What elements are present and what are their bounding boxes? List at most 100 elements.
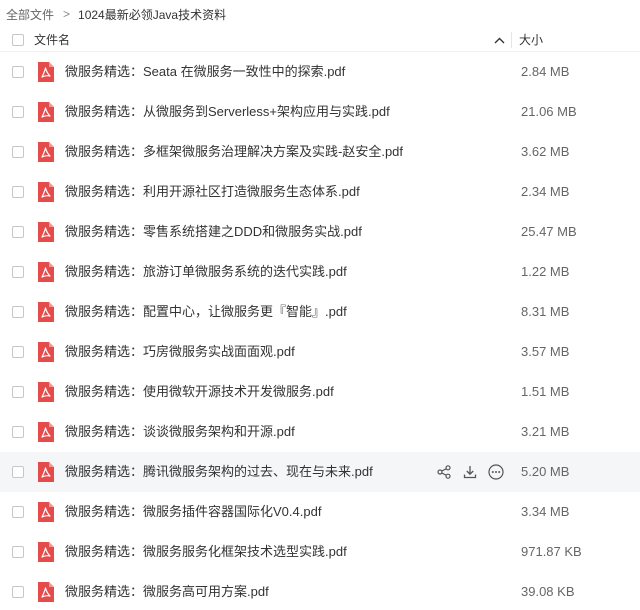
table-header: 文件名 大小 (0, 28, 640, 52)
row-checkbox[interactable] (12, 66, 24, 78)
pdf-file-icon (36, 581, 56, 603)
row-checkbox-cell (0, 106, 34, 118)
row-checkbox-cell (0, 506, 34, 518)
pdf-file-icon (36, 261, 56, 283)
row-checkbox-cell (0, 346, 34, 358)
chevron-up-icon[interactable] (492, 33, 506, 47)
file-size: 971.87 KB (521, 544, 582, 559)
file-name[interactable]: 微服务精选：微服务高可用方案.pdf (65, 572, 269, 610)
file-size: 3.34 MB (521, 504, 570, 519)
table-row[interactable]: 微服务精选：Seata 在微服务一致性中的探索.pdf 2.84 MB (0, 52, 640, 92)
table-row[interactable]: 微服务精选：配置中心，让微服务更『智能』.pdf 8.31 MB (0, 292, 640, 332)
pdf-file-icon (36, 61, 56, 83)
row-checkbox[interactable] (12, 466, 24, 478)
breadcrumb-separator: > (63, 7, 71, 21)
breadcrumb: 全部文件 > 1024最新必领Java技术资料 (0, 0, 640, 28)
row-checkbox-cell (0, 226, 34, 238)
table-row[interactable]: 微服务精选：微服务插件容器国际化V0.4.pdf 3.34 MB (0, 492, 640, 532)
file-name[interactable]: 微服务精选：旅游订单微服务系统的迭代实践.pdf (65, 252, 347, 292)
breadcrumb-root[interactable]: 全部文件 (6, 6, 54, 23)
file-name[interactable]: 微服务精选：微服务服务化框架技术选型实践.pdf (65, 532, 347, 572)
column-header-size[interactable]: 大小 (519, 28, 543, 52)
file-name[interactable]: 微服务精选：腾讯微服务架构的过去、现在与未来.pdf (65, 452, 373, 492)
more-icon[interactable] (487, 463, 505, 481)
row-checkbox-cell (0, 586, 34, 598)
table-row[interactable]: 微服务精选：从微服务到Serverless+架构应用与实践.pdf 21.06 M… (0, 92, 640, 132)
share-icon[interactable] (435, 463, 453, 481)
pdf-file-icon (36, 541, 56, 563)
file-name[interactable]: 微服务精选：配置中心，让微服务更『智能』.pdf (65, 292, 347, 332)
row-checkbox[interactable] (12, 146, 24, 158)
row-checkbox-cell (0, 66, 34, 78)
row-checkbox[interactable] (12, 506, 24, 518)
row-checkbox[interactable] (12, 106, 24, 118)
file-name[interactable]: 微服务精选：多框架微服务治理解决方案及实践-赵安全.pdf (65, 132, 403, 172)
table-row[interactable]: 微服务精选：利用开源社区打造微服务生态体系.pdf 2.34 MB (0, 172, 640, 212)
row-checkbox[interactable] (12, 586, 24, 598)
table-row[interactable]: 微服务精选：微服务高可用方案.pdf 39.08 KB (0, 572, 640, 610)
file-name[interactable]: 微服务精选：微服务插件容器国际化V0.4.pdf (65, 492, 321, 532)
file-size: 1.22 MB (521, 264, 570, 279)
pdf-file-icon (36, 421, 56, 443)
file-size: 2.84 MB (521, 64, 570, 79)
pdf-file-icon (36, 341, 56, 363)
row-checkbox[interactable] (12, 306, 24, 318)
file-size: 25.47 MB (521, 224, 577, 239)
row-checkbox-cell (0, 266, 34, 278)
row-checkbox-cell (0, 386, 34, 398)
file-name[interactable]: 微服务精选：谈谈微服务架构和开源.pdf (65, 412, 295, 452)
file-name[interactable]: 微服务精选：从微服务到Serverless+架构应用与实践.pdf (65, 92, 390, 132)
row-checkbox-cell (0, 186, 34, 198)
select-all-checkbox[interactable] (12, 33, 24, 46)
download-icon[interactable] (461, 463, 479, 481)
row-checkbox-cell (0, 426, 34, 438)
file-size: 3.21 MB (521, 424, 570, 439)
row-checkbox[interactable] (12, 186, 24, 198)
pdf-file-icon (36, 221, 56, 243)
row-checkbox[interactable] (12, 386, 24, 398)
table-row[interactable]: 微服务精选：使用微软开源技术开发微服务.pdf 1.51 MB (0, 372, 640, 412)
table-row[interactable]: 微服务精选：多框架微服务治理解决方案及实践-赵安全.pdf 3.62 MB (0, 132, 640, 172)
file-size: 39.08 KB (521, 584, 575, 599)
table-row[interactable]: 微服务精选：旅游订单微服务系统的迭代实践.pdf 1.22 MB (0, 252, 640, 292)
file-size: 1.51 MB (521, 384, 570, 399)
row-checkbox-cell (0, 306, 34, 318)
pdf-file-icon (36, 141, 56, 163)
file-name[interactable]: 微服务精选：零售系统搭建之DDD和微服务实战.pdf (65, 212, 362, 252)
file-name[interactable]: 微服务精选：巧房微服务实战面面观.pdf (65, 332, 295, 372)
breadcrumb-current: 1024最新必领Java技术资料 (78, 7, 227, 22)
file-list: 微服务精选：Seata 在微服务一致性中的探索.pdf 2.84 MB 微服务精选：… (0, 52, 640, 610)
pdf-file-icon (36, 381, 56, 403)
column-header-name[interactable]: 文件名 (34, 31, 640, 48)
row-checkbox[interactable] (12, 346, 24, 358)
pdf-file-icon (36, 301, 56, 323)
file-name[interactable]: 微服务精选：Seata 在微服务一致性中的探索.pdf (65, 52, 345, 92)
file-name[interactable]: 微服务精选：使用微软开源技术开发微服务.pdf (65, 372, 334, 412)
table-row[interactable]: 微服务精选：微服务服务化框架技术选型实践.pdf 971.87 KB (0, 532, 640, 572)
select-all-checkbox-cell (0, 33, 34, 46)
row-checkbox[interactable] (12, 226, 24, 238)
row-actions (435, 463, 505, 481)
file-size: 5.20 MB (521, 464, 570, 479)
row-checkbox-cell (0, 546, 34, 558)
row-checkbox[interactable] (12, 426, 24, 438)
table-row[interactable]: 微服务精选：腾讯微服务架构的过去、现在与未来.pdf 5.20 MB (0, 452, 640, 492)
pdf-file-icon (36, 181, 56, 203)
file-size: 21.06 MB (521, 104, 577, 119)
row-checkbox-cell (0, 466, 34, 478)
table-row[interactable]: 微服务精选：谈谈微服务架构和开源.pdf 3.21 MB (0, 412, 640, 452)
file-size: 8.31 MB (521, 304, 570, 319)
file-size: 3.57 MB (521, 344, 570, 359)
file-size: 2.34 MB (521, 184, 570, 199)
file-name[interactable]: 微服务精选：利用开源社区打造微服务生态体系.pdf (65, 172, 360, 212)
file-size: 3.62 MB (521, 144, 570, 159)
row-checkbox[interactable] (12, 546, 24, 558)
column-divider[interactable] (511, 32, 512, 48)
pdf-file-icon (36, 461, 56, 483)
table-row[interactable]: 微服务精选：巧房微服务实战面面观.pdf 3.57 MB (0, 332, 640, 372)
row-checkbox-cell (0, 146, 34, 158)
pdf-file-icon (36, 501, 56, 523)
pdf-file-icon (36, 101, 56, 123)
row-checkbox[interactable] (12, 266, 24, 278)
table-row[interactable]: 微服务精选：零售系统搭建之DDD和微服务实战.pdf 25.47 MB (0, 212, 640, 252)
